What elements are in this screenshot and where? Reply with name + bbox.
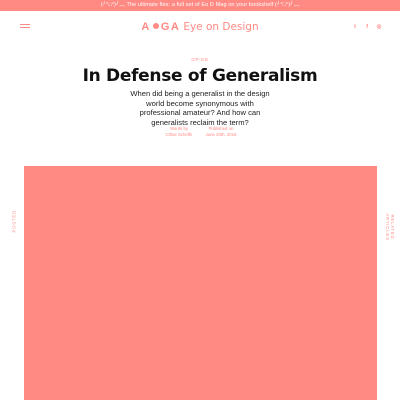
logo-aiga-rest: GA bbox=[160, 21, 181, 33]
site-logo[interactable]: A GA Eye on Design bbox=[0, 20, 400, 34]
published-date: June 20th, 2019 bbox=[205, 132, 237, 137]
site-header: A GA Eye on Design t f ◎ bbox=[0, 11, 400, 43]
social-links: t f ◎ bbox=[352, 22, 382, 32]
hero-image bbox=[24, 166, 377, 400]
side-tab-posted[interactable]: POSTED bbox=[12, 210, 17, 232]
side-tab-related-articles[interactable]: RELATED ARTICLES bbox=[385, 209, 395, 245]
facebook-icon[interactable]: f bbox=[364, 22, 370, 32]
twitter-icon[interactable]: t bbox=[352, 22, 358, 32]
logo-aiga-a: A bbox=[141, 21, 151, 33]
article-published: Published on June 20th, 2019 bbox=[201, 126, 241, 138]
article-subtitle: When did being a generalist in the desig… bbox=[130, 89, 270, 127]
logo-eye-on-design: Eye on Design bbox=[183, 21, 259, 33]
article-title: In Defense of Generalism bbox=[82, 66, 318, 86]
byline-author[interactable]: Chloe Scheffe bbox=[160, 132, 198, 138]
article-category[interactable]: OP-ED bbox=[0, 57, 400, 62]
article-byline: Words by Chloe Scheffe bbox=[160, 126, 198, 138]
promo-banner[interactable]: (╯°□°)╯︵ The ultimate flex: a full set o… bbox=[0, 0, 400, 11]
logo-dot-icon bbox=[152, 23, 159, 30]
instagram-icon[interactable]: ◎ bbox=[376, 22, 382, 32]
